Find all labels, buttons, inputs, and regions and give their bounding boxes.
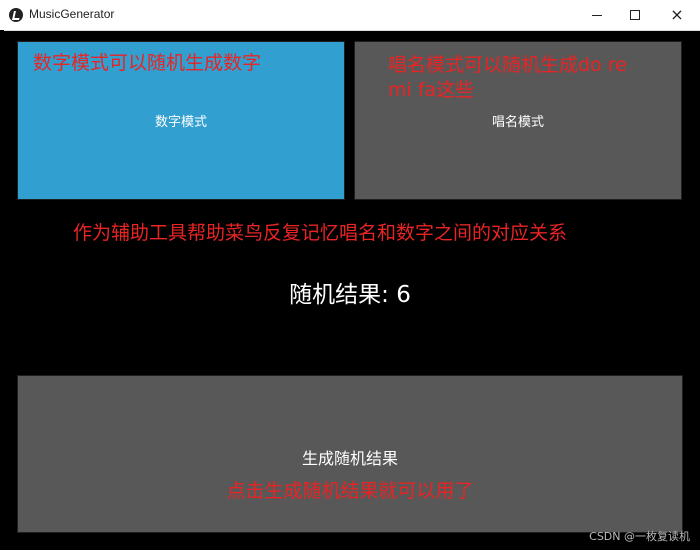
- purpose-annotation: 作为辅助工具帮助菜鸟反复记忆唱名和数字之间的对应关系: [73, 222, 568, 244]
- number-mode-label: 数字模式: [154, 115, 207, 130]
- generate-annotation: 点击生成随机结果就可以用了: [226, 480, 474, 502]
- solfege-mode-label: 唱名模式: [491, 115, 544, 130]
- app-icon: [9, 8, 23, 22]
- maximize-icon: [630, 10, 640, 20]
- watermark: CSDN @一枚复读机: [589, 530, 690, 543]
- close-button[interactable]: ×: [654, 0, 700, 30]
- generate-button-label: 生成随机结果: [301, 449, 398, 468]
- maximize-button[interactable]: [612, 0, 658, 30]
- close-icon: ×: [670, 5, 684, 24]
- solfege-mode-annotation: 唱名模式可以随机生成do re mi fa这些: [388, 54, 627, 101]
- window-titlebar: MusicGenerator ×: [0, 0, 700, 31]
- number-mode-annotation: 数字模式可以随机生成数字: [33, 52, 262, 74]
- minimize-icon: [592, 14, 602, 16]
- random-result-text: 随机结果: 6: [289, 282, 411, 308]
- window-title: MusicGenerator: [29, 7, 115, 21]
